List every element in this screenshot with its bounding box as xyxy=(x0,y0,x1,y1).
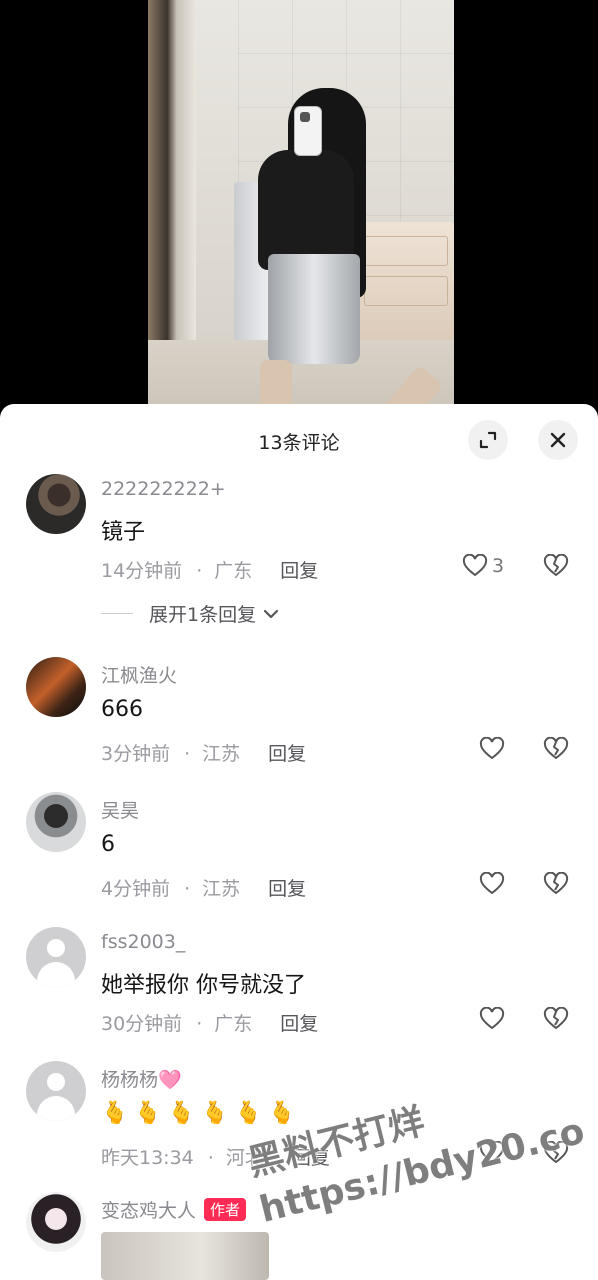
avatar[interactable] xyxy=(26,474,86,534)
expand-replies-label: 展开1条回复 xyxy=(149,604,257,626)
comment-count-title: 13条评论 xyxy=(258,432,340,454)
comment-username[interactable]: 变态鸡大人 xyxy=(101,1200,196,1222)
avatar[interactable] xyxy=(26,1061,86,1121)
avatar[interactable] xyxy=(26,657,86,717)
broken-heart-icon xyxy=(543,553,569,577)
meta-separator: · xyxy=(207,1147,214,1169)
reply-button[interactable]: 回复 xyxy=(280,1013,318,1035)
video-person-top xyxy=(258,150,354,270)
default-avatar-body xyxy=(37,962,75,987)
comment-time: 4分钟前 xyxy=(101,878,171,900)
like-button[interactable] xyxy=(479,1007,505,1031)
video-person-skirt xyxy=(268,254,360,364)
video-scene-cabinet xyxy=(358,222,454,340)
comment-location: 江苏 xyxy=(202,878,241,900)
default-avatar-body xyxy=(37,1096,75,1121)
heart-outline-icon xyxy=(479,1007,505,1030)
divider-line xyxy=(101,613,133,614)
reply-button[interactable]: 回复 xyxy=(268,743,306,765)
comment-text: 她举报你 你号就没了 xyxy=(101,973,306,998)
meta-separator: · xyxy=(184,878,191,900)
comment-image-thumbnail[interactable] xyxy=(101,1232,269,1280)
dislike-button[interactable] xyxy=(543,1006,569,1035)
reply-button[interactable]: 回复 xyxy=(280,560,318,582)
avatar[interactable] xyxy=(26,927,86,987)
meta-separator: · xyxy=(196,1013,203,1035)
avatar[interactable] xyxy=(26,792,86,852)
cabinet-drawer xyxy=(364,276,448,306)
heart-outline-icon xyxy=(479,872,505,895)
meta-separator: · xyxy=(184,743,191,765)
dislike-button[interactable] xyxy=(543,871,569,900)
comment-meta: 14分钟前 · 广东 回复 xyxy=(101,556,318,583)
meta-separator: · xyxy=(196,560,203,582)
close-sheet-button[interactable] xyxy=(538,420,578,460)
comment-text: 镜子 xyxy=(101,520,146,545)
default-avatar-head xyxy=(47,939,65,957)
broken-heart-icon xyxy=(543,736,569,760)
dislike-button[interactable] xyxy=(543,736,569,765)
video-player[interactable] xyxy=(0,0,598,420)
close-icon xyxy=(550,432,566,448)
expand-replies-button[interactable]: 展开1条回复 xyxy=(101,600,282,627)
comment-username[interactable]: 江枫渔火 xyxy=(101,661,177,688)
default-avatar-head xyxy=(47,1073,65,1091)
comment-location: 广东 xyxy=(214,560,253,582)
comment-time: 30分钟前 xyxy=(101,1013,183,1035)
broken-heart-icon xyxy=(543,1006,569,1030)
comment-text: 666 xyxy=(101,697,143,722)
author-badge: 作者 xyxy=(204,1198,247,1221)
video-frame xyxy=(148,0,454,420)
expand-arrows-icon xyxy=(479,431,497,449)
comment-text: 🫰🫰🫰🫰🫰🫰 xyxy=(101,1101,302,1126)
comment-meta: 4分钟前 · 江苏 回复 xyxy=(101,874,306,901)
avatar[interactable] xyxy=(26,1192,86,1252)
comment-username[interactable]: 杨杨杨🩷 xyxy=(101,1065,182,1092)
cabinet-drawer xyxy=(364,236,448,266)
chevron-down-icon xyxy=(263,609,279,618)
reply-button[interactable]: 回复 xyxy=(268,878,306,900)
like-count: 3 xyxy=(492,555,505,577)
comment-meta: 3分钟前 · 江苏 回复 xyxy=(101,739,306,766)
heart-outline-icon xyxy=(479,737,505,760)
comment-username[interactable]: fss2003_ xyxy=(101,931,185,953)
comment-meta: 30分钟前 · 广东 回复 xyxy=(101,1009,318,1036)
like-button[interactable] xyxy=(479,872,505,896)
comment-location: 广东 xyxy=(214,1013,253,1035)
like-button[interactable]: 3 xyxy=(462,554,504,578)
comment-time: 14分钟前 xyxy=(101,560,183,582)
comment-time: 3分钟前 xyxy=(101,743,171,765)
expand-sheet-button[interactable] xyxy=(468,420,508,460)
comment-location: 江苏 xyxy=(202,743,241,765)
like-button[interactable] xyxy=(479,737,505,761)
comment-username-row: 变态鸡大人 作者 xyxy=(101,1196,247,1223)
heart-outline-icon xyxy=(462,554,488,577)
comment-time: 昨天13:34 xyxy=(101,1147,194,1169)
dislike-button[interactable] xyxy=(543,553,569,582)
comment-sheet-header: 13条评论 xyxy=(0,404,598,474)
comment-username[interactable]: 222222222+ xyxy=(101,478,226,500)
video-phone xyxy=(294,106,322,156)
comment-username[interactable]: 吴昊 xyxy=(101,796,139,823)
broken-heart-icon xyxy=(543,871,569,895)
comment-text: 6 xyxy=(101,832,115,857)
